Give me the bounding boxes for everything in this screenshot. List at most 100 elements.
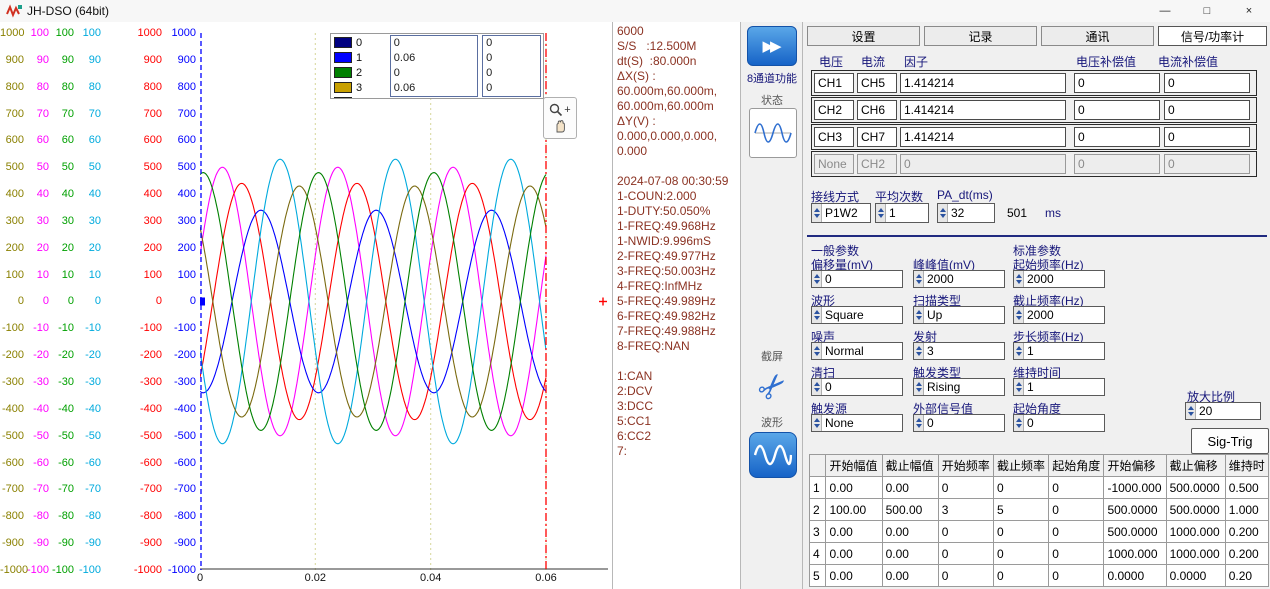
spinner-arrows[interactable] [812, 204, 822, 222]
padt-spinner[interactable]: 32 [937, 203, 995, 223]
spinner-arrows[interactable] [914, 343, 924, 359]
sweep-cell[interactable]: 0 [993, 565, 1048, 587]
pan-hand-icon[interactable] [554, 120, 567, 133]
sweep-cell[interactable]: 3 [938, 499, 993, 521]
sweep-row-index[interactable]: 1 [810, 477, 826, 499]
sweep-cell[interactable]: 0 [938, 543, 993, 565]
param-spinner[interactable]: 0 [811, 270, 903, 288]
close-button[interactable]: × [1228, 0, 1270, 22]
sweep-row-index[interactable]: 4 [810, 543, 826, 565]
sweep-cell[interactable]: 0.00 [882, 543, 938, 565]
sweep-cell[interactable]: 0 [1049, 521, 1104, 543]
spinner-arrows[interactable] [812, 379, 822, 395]
current-channel-field[interactable]: CH7 [857, 127, 897, 147]
wiring-spinner[interactable]: P1W2 [811, 203, 871, 223]
sweep-cell[interactable]: 0 [1049, 499, 1104, 521]
sweep-cell[interactable]: 0.00 [882, 565, 938, 587]
sweep-cell[interactable]: 0.00 [826, 477, 882, 499]
zoom-in-icon[interactable]: + [549, 103, 570, 117]
sweep-cell[interactable]: 500.0000 [1104, 499, 1166, 521]
sweep-cell[interactable]: 0 [1049, 565, 1104, 587]
sweep-row-index[interactable]: 5 [810, 565, 826, 587]
sweep-cell[interactable]: 1000.000 [1166, 543, 1225, 565]
sweep-cell[interactable]: 0 [993, 521, 1048, 543]
sweep-cell[interactable]: 500.0000 [1166, 499, 1225, 521]
spinner-arrows[interactable] [914, 307, 924, 323]
sweep-row-index[interactable]: 2 [810, 499, 826, 521]
spinner-arrows[interactable] [1014, 307, 1024, 323]
current-channel-field[interactable]: CH5 [857, 73, 897, 93]
sweep-cell[interactable]: 0 [993, 477, 1048, 499]
voltage-comp-field[interactable]: 0 [1074, 127, 1160, 147]
factor-field[interactable]: 1.414214 [900, 100, 1066, 120]
spinner-arrows[interactable] [914, 415, 924, 431]
sweep-cell[interactable]: 0.200 [1225, 521, 1268, 543]
minimize-button[interactable]: — [1144, 0, 1186, 22]
sweep-cell[interactable]: -1000.000 [1104, 477, 1166, 499]
sweep-cell[interactable]: 500.0000 [1166, 477, 1225, 499]
sweep-row-index[interactable]: 3 [810, 521, 826, 543]
param-spinner[interactable]: 0 [811, 378, 903, 396]
sweep-cell[interactable]: 0 [938, 565, 993, 587]
spinner-arrows[interactable] [876, 204, 886, 222]
spinner-arrows[interactable] [938, 204, 948, 222]
sweep-cell[interactable]: 0.200 [1225, 543, 1268, 565]
spinner-arrows[interactable] [812, 271, 822, 287]
sweep-cell[interactable]: 500.00 [882, 499, 938, 521]
tab-2[interactable]: 记录 [924, 26, 1037, 46]
sweep-cell[interactable]: 0 [938, 521, 993, 543]
tab-4[interactable]: 信号/功率计 [1158, 26, 1267, 46]
sweep-cell[interactable]: 0.00 [826, 521, 882, 543]
legend-x-values[interactable]: 00.0600.060 [390, 35, 478, 97]
sweep-cell[interactable]: 0 [938, 477, 993, 499]
param-spinner[interactable]: Normal [811, 342, 903, 360]
sweep-cell[interactable]: 500.0000 [1104, 521, 1166, 543]
param-spinner[interactable]: 1 [1013, 342, 1105, 360]
sig-trig-button[interactable]: Sig-Trig [1191, 428, 1269, 454]
current-channel-field[interactable]: CH6 [857, 100, 897, 120]
spinner-arrows[interactable] [1186, 403, 1196, 419]
sweep-cell[interactable]: 0.00 [882, 521, 938, 543]
param-spinner[interactable]: 3 [913, 342, 1005, 360]
sweep-cell[interactable]: 5 [993, 499, 1048, 521]
maximize-button[interactable]: □ [1186, 0, 1228, 22]
tab-1[interactable]: 设置 [807, 26, 920, 46]
voltage-channel-field[interactable]: CH3 [814, 127, 854, 147]
current-comp-field[interactable]: 0 [1164, 73, 1250, 93]
spinner-arrows[interactable] [1014, 415, 1024, 431]
spinner-arrows[interactable] [1014, 379, 1024, 395]
current-comp-field[interactable]: 0 [1164, 127, 1250, 147]
voltage-channel-field[interactable]: CH2 [814, 100, 854, 120]
sweep-cell[interactable]: 1000.000 [1104, 543, 1166, 565]
spinner-arrows[interactable] [812, 343, 822, 359]
sweep-cell[interactable]: 0.00 [826, 565, 882, 587]
sweep-cell[interactable]: 1.000 [1225, 499, 1268, 521]
param-spinner[interactable]: Rising [913, 378, 1005, 396]
spinner-arrows[interactable] [914, 379, 924, 395]
sweep-cell[interactable]: 0.20 [1225, 565, 1268, 587]
screenshot-scissors-icon[interactable]: ✂ [743, 357, 804, 418]
param-spinner[interactable]: 2000 [913, 270, 1005, 288]
param-spinner[interactable]: None [811, 414, 903, 432]
sweep-cell[interactable]: 0.00 [826, 543, 882, 565]
factor-field[interactable]: 1.414214 [900, 73, 1066, 93]
spinner-arrows[interactable] [1014, 271, 1024, 287]
spinner-arrows[interactable] [812, 415, 822, 431]
zoom-ratio-spinner[interactable]: 20 [1185, 402, 1261, 420]
sweep-cell[interactable]: 0.0000 [1166, 565, 1225, 587]
param-spinner[interactable]: 1 [1013, 378, 1105, 396]
sweep-cell[interactable]: 0.0000 [1104, 565, 1166, 587]
voltage-channel-field[interactable]: CH1 [814, 73, 854, 93]
sweep-cell[interactable]: 100.00 [826, 499, 882, 521]
param-spinner[interactable]: 2000 [1013, 270, 1105, 288]
sweep-cell[interactable]: 0.500 [1225, 477, 1268, 499]
param-spinner[interactable]: Square [811, 306, 903, 324]
voltage-comp-field[interactable]: 0 [1074, 100, 1160, 120]
tab-3[interactable]: 通讯 [1041, 26, 1154, 46]
current-comp-field[interactable]: 0 [1164, 100, 1250, 120]
spinner-arrows[interactable] [1014, 343, 1024, 359]
param-spinner[interactable]: 2000 [1013, 306, 1105, 324]
fast-forward-button[interactable]: ▶▶ [747, 26, 797, 66]
voltage-comp-field[interactable]: 0 [1074, 73, 1160, 93]
avg-spinner[interactable]: 1 [875, 203, 929, 223]
